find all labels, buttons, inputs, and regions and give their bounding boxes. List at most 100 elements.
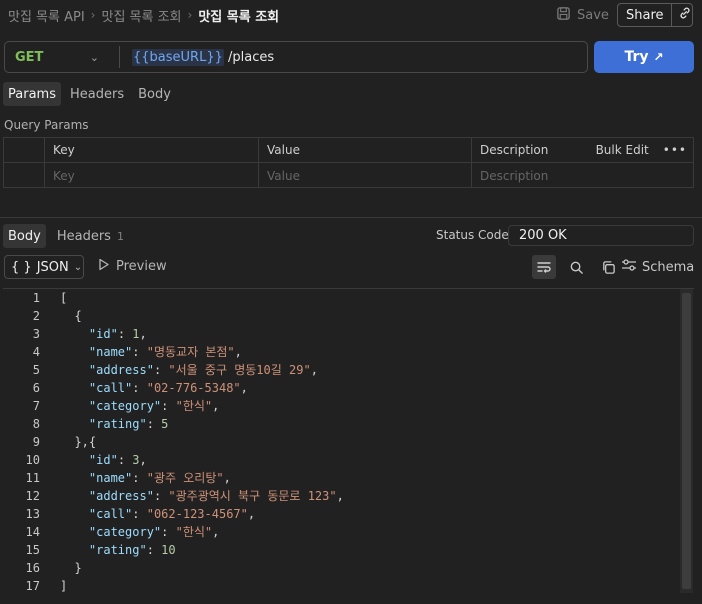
breadcrumb-parent[interactable]: 맛집 목록 조회 — [101, 6, 181, 25]
braces-icon: { } — [11, 259, 32, 275]
line-number: 11 — [25, 471, 40, 485]
preview-button[interactable]: Preview — [98, 258, 167, 275]
line-number: 8 — [32, 417, 40, 431]
checkbox-column — [4, 138, 45, 162]
code-line: 16 } — [3, 559, 694, 577]
line-number: 12 — [25, 489, 40, 503]
code-text: "name": "광주 오리탕", — [88, 471, 231, 485]
tab-params[interactable]: Params — [3, 82, 61, 106]
description-input[interactable]: Description — [472, 163, 693, 188]
tab-response-headers-label: Headers — [56, 228, 111, 244]
line-number: 7 — [32, 399, 40, 413]
breadcrumb-root[interactable]: 맛집 목록 API — [8, 6, 85, 25]
line-number: 15 — [25, 543, 40, 557]
code-text: "category": "한식", — [88, 399, 220, 413]
table-row: Key Value Description — [4, 163, 693, 188]
url-divider — [119, 46, 120, 68]
method-select[interactable]: GET ⌄ — [5, 42, 111, 72]
code-line: 13 "call": "062-123-4567", — [3, 505, 694, 523]
line-number: 5 — [32, 363, 40, 377]
line-number: 10 — [25, 453, 40, 467]
bulk-edit-button[interactable]: Bulk Edit — [596, 143, 649, 157]
line-number: 3 — [32, 327, 40, 341]
format-label: JSON — [36, 259, 69, 275]
response-toolbar — [532, 255, 620, 279]
url-input[interactable]: {{baseURL}} /places — [132, 48, 275, 66]
breadcrumb: 맛집 목록 API › 맛집 목록 조회 › 맛집 목록 조회 — [8, 6, 280, 25]
code-line: 11 "name": "광주 오리탕", — [3, 469, 694, 487]
save-label: Save — [577, 7, 609, 23]
line-number: 2 — [32, 309, 40, 323]
copy-icon[interactable] — [596, 255, 620, 279]
code-line: 17] — [3, 577, 694, 594]
code-line: 1[ — [3, 289, 694, 307]
request-bar: GET ⌄ {{baseURL}} /places — [4, 41, 588, 73]
share-button[interactable]: Share — [617, 3, 693, 27]
arrow-up-right-icon: ↗ — [653, 50, 664, 64]
code-line: 14 "category": "한식", — [3, 523, 694, 541]
code-text: "address": "광주광역시 북구 동문로 123", — [88, 489, 344, 503]
query-params-table: Key Value Description Key Value Descript… — [3, 137, 694, 188]
share-label: Share — [626, 7, 664, 23]
code-text: "rating": 5 — [88, 417, 169, 431]
line-number: 6 — [32, 381, 40, 395]
code-line: 3 "id": 1, — [3, 325, 694, 343]
save-icon — [556, 6, 571, 25]
line-number: 14 — [25, 525, 40, 539]
key-input[interactable]: Key — [45, 163, 259, 188]
code-text: "address": "서울 중구 명동10길 29", — [88, 363, 318, 377]
bulk-actions: Bulk Edit ••• — [596, 143, 687, 157]
search-icon[interactable] — [564, 255, 588, 279]
status-code-label: Status Code — [436, 228, 509, 242]
code-text: "name": "명동교자 본점", — [88, 345, 242, 359]
play-icon — [98, 258, 110, 275]
code-text: "call": "02-776-5348", — [88, 381, 248, 395]
line-number: 4 — [32, 345, 40, 359]
wrap-lines-icon[interactable] — [532, 255, 556, 279]
column-value: Value — [259, 138, 472, 162]
preview-label: Preview — [116, 259, 167, 274]
chevron-right-icon: › — [187, 8, 193, 22]
status-code-value: 200 OK — [508, 225, 694, 246]
code-line: 15 "rating": 10 — [3, 541, 694, 559]
chevron-down-icon: ⌄ — [89, 50, 99, 64]
chevron-down-icon: ⌄ — [73, 261, 83, 273]
code-line: 12 "address": "광주광역시 북구 동문로 123", — [3, 487, 694, 505]
code-line: 2 { — [3, 307, 694, 325]
line-number: 1 — [32, 291, 40, 305]
schema-button[interactable]: Schema — [621, 258, 694, 276]
table-header-row: Key Value Description — [4, 138, 693, 163]
code-line: 4 "name": "명동교자 본점", — [3, 343, 694, 361]
more-options-icon[interactable]: ••• — [663, 143, 687, 157]
code-text: "id": 1, — [88, 327, 147, 341]
query-params-title: Query Params — [4, 118, 89, 132]
format-select[interactable]: { } JSON ⌄ — [4, 255, 84, 279]
scrollbar-thumb[interactable] — [682, 293, 691, 589]
try-button[interactable]: Try ↗ — [594, 41, 694, 73]
line-number: 13 — [25, 507, 40, 521]
tab-response-headers[interactable]: Headers 1 — [52, 224, 129, 248]
link-icon[interactable] — [678, 6, 692, 24]
headers-count: 1 — [116, 229, 124, 243]
code-text: "id": 3, — [88, 453, 147, 467]
breadcrumb-current: 맛집 목록 조회 — [198, 9, 280, 25]
url-path: /places — [223, 49, 275, 65]
value-input[interactable]: Value — [259, 163, 472, 188]
tab-response-body[interactable]: Body — [3, 224, 46, 248]
url-variable: {{baseURL}} — [132, 48, 224, 66]
tab-body[interactable]: Body — [133, 82, 176, 106]
code-line: 6 "call": "02-776-5348", — [3, 379, 694, 397]
code-text: "rating": 10 — [88, 543, 176, 557]
method-label: GET — [15, 49, 44, 65]
code-line: 9 },{ — [3, 433, 694, 451]
request-tabs: Params Headers Body — [3, 82, 176, 106]
chevron-right-icon: › — [90, 8, 96, 22]
response-body-editor[interactable]: 1[2 {3 "id": 1, 4 "name": "명동교자 본점", 5 "ad… — [3, 288, 694, 594]
column-key: Key — [45, 138, 259, 162]
save-button[interactable]: Save — [556, 5, 609, 25]
try-label: Try — [624, 49, 649, 65]
code-line: 8 "rating": 5 — [3, 415, 694, 433]
tab-headers[interactable]: Headers — [65, 82, 129, 106]
line-number: 17 — [25, 579, 40, 593]
editor-scrollbar[interactable] — [680, 289, 693, 593]
